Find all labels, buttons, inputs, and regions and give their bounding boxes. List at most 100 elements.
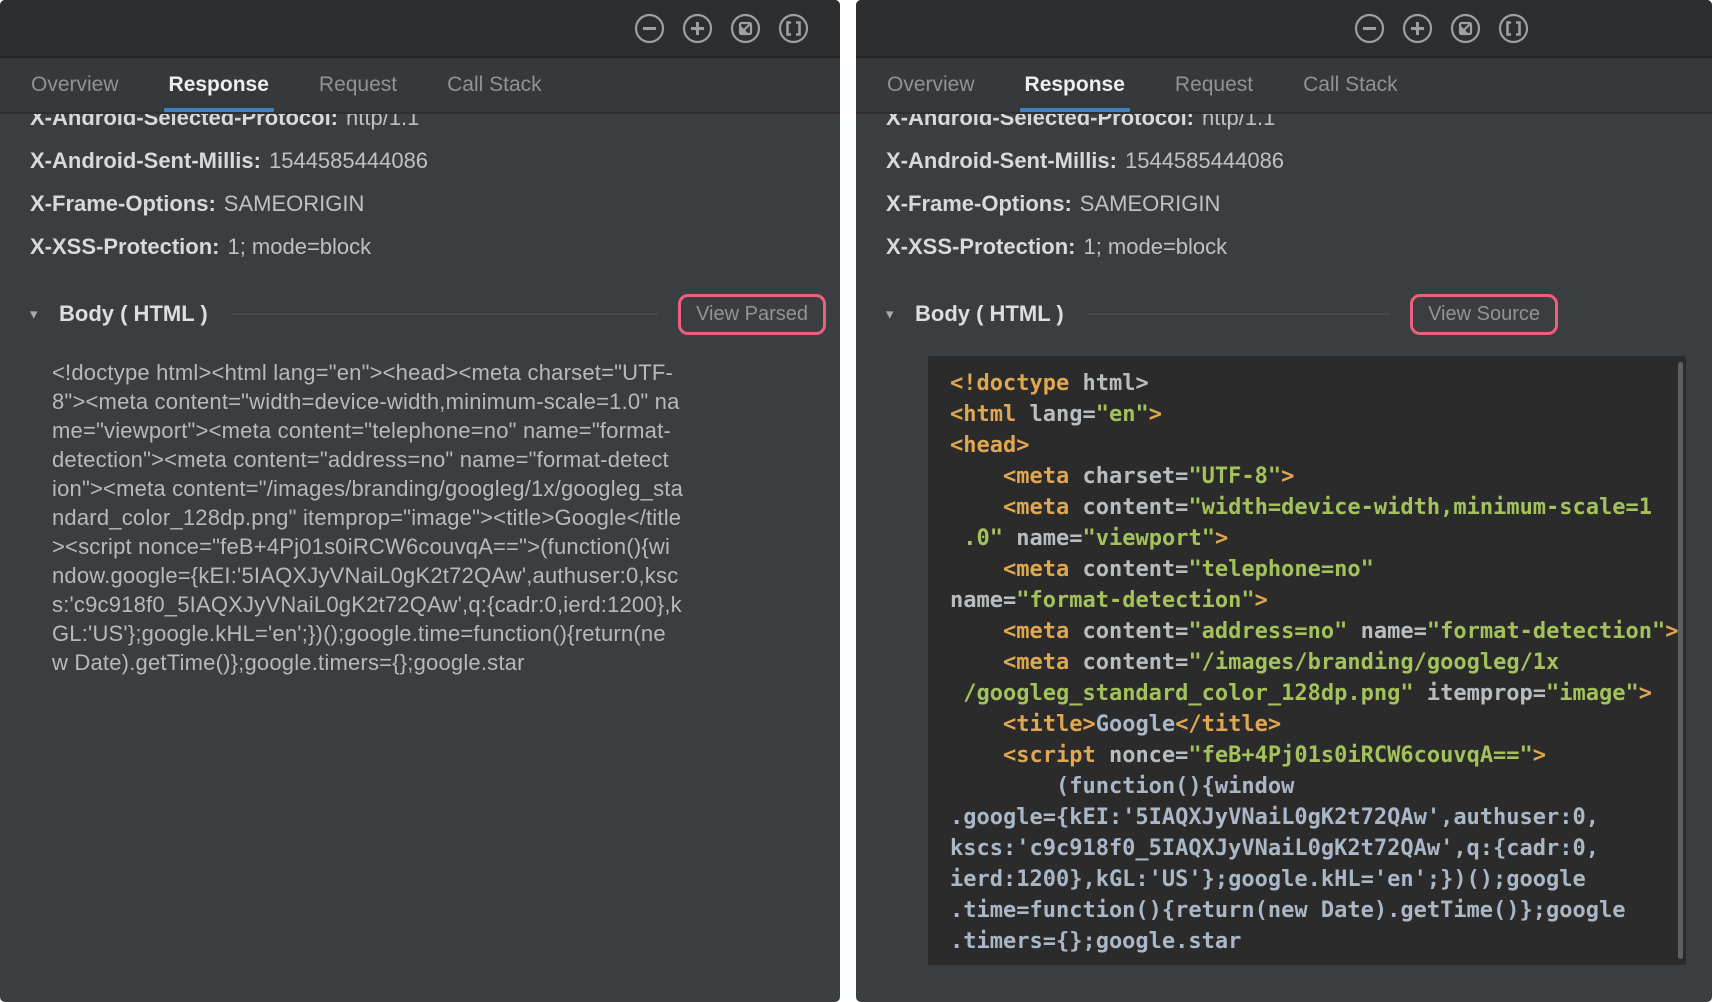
code-token-tag: <meta (1003, 495, 1069, 520)
code-token-plain (950, 712, 1003, 737)
view-parsed-button[interactable]: View Parsed (678, 294, 826, 335)
body-line: ><script nonce="feB+4Pj01s0iRCW6couvqA==… (52, 532, 826, 561)
code-token-str: "viewport" (1082, 526, 1214, 551)
code-line: ierd:1200},kGL:'US'};google.kHL='en';})(… (950, 864, 1686, 895)
header-value: http/1.1 (346, 114, 419, 130)
code-token-tag: <title> (1003, 712, 1096, 737)
header-name: X-Android-Selected-Protocol: (886, 114, 1194, 130)
code-line: <meta content="telephone=no" (950, 554, 1686, 585)
code-token-plain: .timers={};google.star (950, 929, 1241, 954)
zoom-controls (1353, 12, 1530, 45)
response-headers-list: X-Android-Selected-Protocol: http/1.1 X-An… (30, 114, 826, 268)
code-token-attr: itemprop= (1414, 681, 1546, 706)
collapse-arrow-icon[interactable]: ▾ (886, 305, 902, 323)
body-line: 8"><meta content="width=device-width,min… (52, 387, 826, 416)
code-token-attr: content= (1069, 557, 1188, 582)
code-token-str: /googleg_standard_color_128dp.png" (963, 681, 1413, 706)
code-line: kscs:'c9c918f0_5IAQXJyVNaiL0gK2t72QAw',q… (950, 833, 1686, 864)
tab-request[interactable]: Request (294, 58, 422, 112)
tab-call-stack[interactable]: Call Stack (1278, 58, 1423, 112)
tab-label: Call Stack (447, 73, 542, 97)
header-row: X-Frame-Options: SAMEORIGIN (30, 182, 826, 225)
tab-label: Request (319, 73, 397, 97)
code-token-tag: <meta (1003, 464, 1069, 489)
code-line: <meta charset="UTF-8"> (950, 461, 1686, 492)
tab-overview[interactable]: Overview (6, 58, 144, 112)
zoom-to-fit-icon[interactable] (777, 12, 810, 45)
tab-response[interactable]: Response (144, 58, 294, 112)
reset-zoom-icon[interactable] (1449, 12, 1482, 45)
code-scrollbar[interactable] (1678, 362, 1683, 959)
code-token-plain: Google (1096, 712, 1175, 737)
code-token-plain (950, 557, 1003, 582)
code-line: <meta content="address=no" name="format-… (950, 616, 1686, 647)
header-row: X-XSS-Protection:1; mode=block (886, 225, 1698, 268)
code-token-plain: .time=function(){return(new Date).getTim… (950, 898, 1626, 923)
code-token-str: "format-detection" (1427, 619, 1665, 644)
header-row: X-XSS-Protection:1; mode=block (30, 225, 826, 268)
zoom-in-icon[interactable] (681, 12, 714, 45)
code-token-str: "width=device-width,minimum-scale=1 (1188, 495, 1652, 520)
body-line: detection"><meta content="address=no" na… (52, 445, 826, 474)
body-section-title: Body ( HTML ) (915, 301, 1064, 327)
zoom-to-fit-icon[interactable] (1497, 12, 1530, 45)
code-token-attr: name= (1003, 526, 1082, 551)
tab-response[interactable]: Response (1000, 58, 1150, 112)
code-token-str: "/images/branding/googleg/1x (1188, 650, 1559, 675)
view-source-button[interactable]: View Source (1410, 294, 1558, 335)
zoom-controls (633, 12, 810, 45)
body-line: ndard_color_128dp.png" itemprop="image">… (52, 503, 826, 532)
code-line: (function(){window (950, 771, 1686, 802)
tab-label: Call Stack (1303, 73, 1398, 97)
code-token-plain (950, 650, 1003, 675)
code-line: <title>Google</title> (950, 709, 1686, 740)
code-line: <script nonce="feB+4Pj01s0iRCW6couvqA=="… (950, 740, 1686, 771)
code-token-str: "address=no" (1188, 619, 1347, 644)
code-token-plain (950, 619, 1003, 644)
reset-zoom-icon[interactable] (729, 12, 762, 45)
tab-request[interactable]: Request (1150, 58, 1278, 112)
header-name: X-Android-Selected-Protocol: (30, 114, 338, 130)
header-row: X-Android-Sent-Millis:1544585444086 (30, 139, 826, 182)
code-line: <!doctype html> (950, 368, 1686, 399)
zoom-out-icon[interactable] (633, 12, 666, 45)
body-section-header: ▾ Body ( HTML ) View Parsed (30, 286, 826, 342)
body-line: <!doctype html><html lang="en"><head><me… (52, 358, 826, 387)
body-line: GL:'US'};google.kHL='en';})();google.tim… (52, 619, 826, 648)
code-token-str: "format-detection" (1016, 588, 1254, 613)
code-token-tag: <html (950, 402, 1016, 427)
zoom-toolbar (856, 0, 1712, 58)
code-line: <html lang="en"> (950, 399, 1686, 430)
code-token-plain (950, 526, 963, 551)
code-token-tag: <meta (1003, 650, 1069, 675)
network-inspector-screenshot: OverviewResponseRequestCall Stack X-Andr… (0, 0, 1712, 1002)
code-token-plain: kscs:'c9c918f0_5IAQXJyVNaiL0gK2t72QAw',q… (950, 836, 1599, 861)
zoom-in-icon[interactable] (1401, 12, 1434, 45)
code-line: <meta content="width=device-width,minimu… (950, 492, 1686, 523)
tab-label: Request (1175, 73, 1253, 97)
code-token-tag: > (1255, 588, 1268, 613)
code-token-tag: <meta (1003, 619, 1069, 644)
header-name: X-Android-Sent-Millis: (886, 148, 1117, 173)
header-name: X-Android-Sent-Millis: (30, 148, 261, 173)
code-token-tag: <script (1003, 743, 1096, 768)
header-value: SAMEORIGIN (1080, 191, 1221, 216)
collapse-arrow-icon[interactable]: ▾ (30, 305, 46, 323)
tab-overview[interactable]: Overview (862, 58, 1000, 112)
zoom-toolbar (0, 0, 840, 58)
zoom-out-icon[interactable] (1353, 12, 1386, 45)
header-name: X-Frame-Options: (30, 191, 216, 216)
code-line: <head> (950, 430, 1686, 461)
section-divider (1088, 313, 1390, 315)
code-token-attr: nonce= (1096, 743, 1189, 768)
body-line: ion"><meta content="/images/branding/goo… (52, 474, 826, 503)
header-name: X-XSS-Protection: (886, 234, 1075, 259)
code-token-attr: content= (1069, 650, 1188, 675)
code-token-plain: .google={kEI:'5IAQXJyVNaiL0gK2t72QAw',au… (950, 805, 1599, 830)
header-value: SAMEORIGIN (224, 191, 365, 216)
header-row: X-Frame-Options:SAMEORIGIN (886, 182, 1698, 225)
tab-label: Response (169, 73, 269, 97)
tab-call-stack[interactable]: Call Stack (422, 58, 567, 112)
code-token-plain: ierd:1200},kGL:'US'};google.kHL='en';})(… (950, 867, 1586, 892)
header-value: 1544585444086 (1125, 148, 1284, 173)
